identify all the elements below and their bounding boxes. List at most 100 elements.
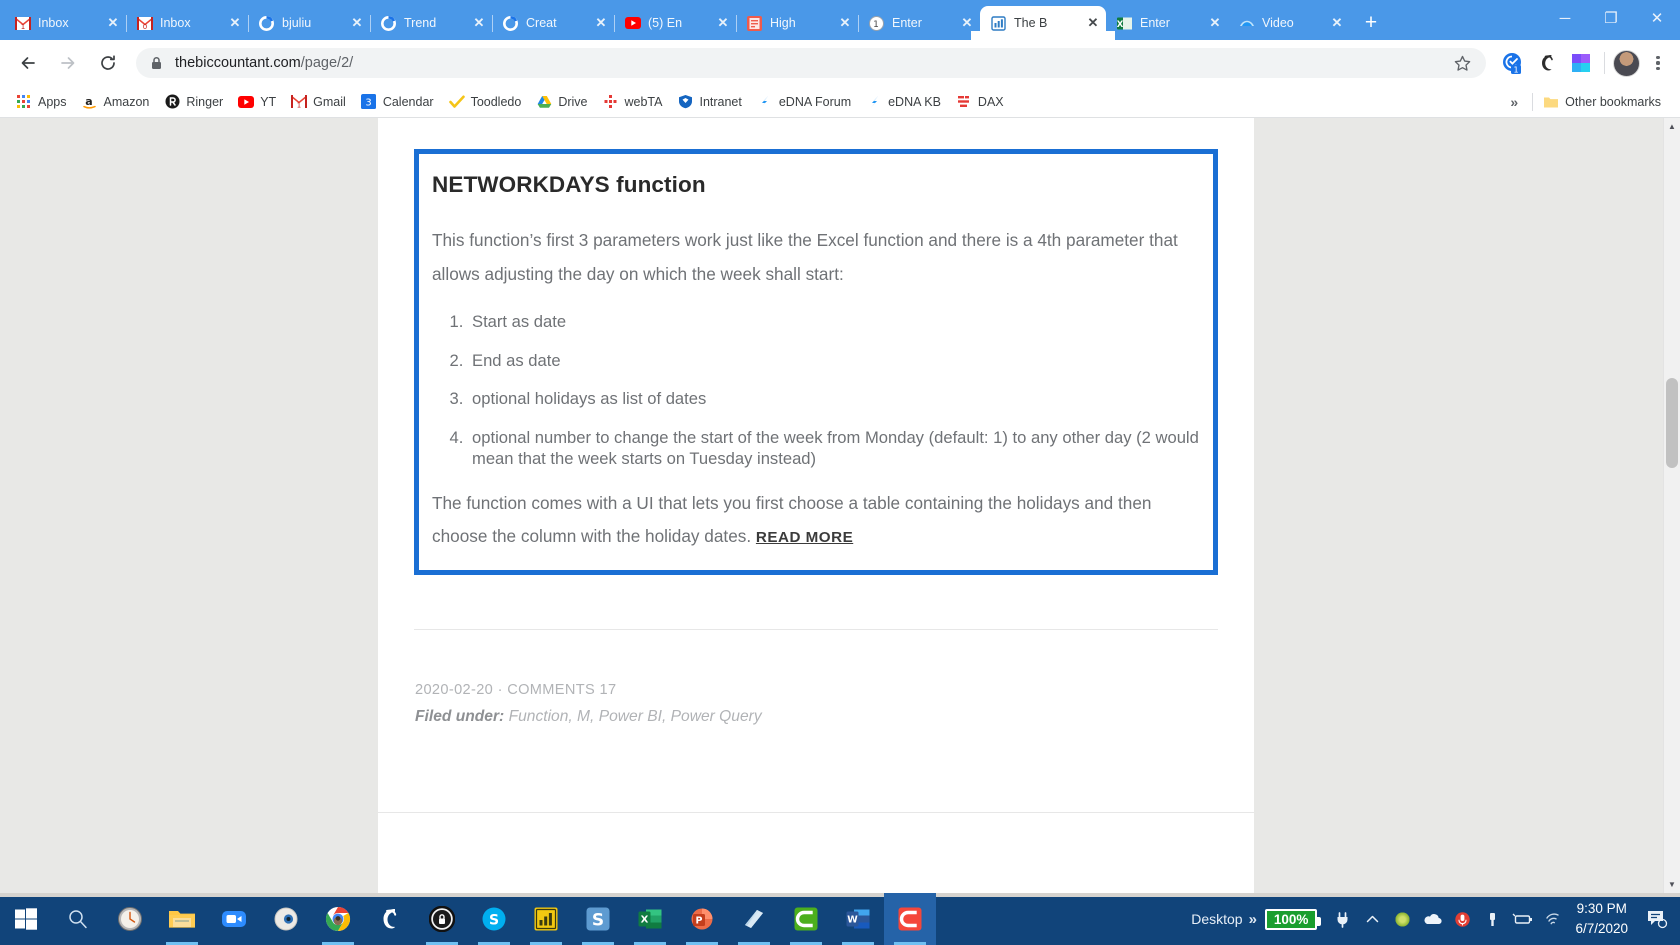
grammarly-extension-icon[interactable]: 1 — [1498, 48, 1528, 78]
browser-tab-trend[interactable]: Trend ✕ — [370, 6, 493, 40]
tab-close-icon[interactable]: ✕ — [226, 14, 244, 32]
battery-percentage-badge[interactable]: 100% — [1264, 908, 1321, 930]
browser-tab-enterprise-1[interactable]: 1 Enter ✕ — [858, 6, 981, 40]
bookmark-calendar[interactable]: 3 Calendar — [355, 90, 440, 114]
windows-taskbar: S S X P W Desktop » 100% 9:30 PM 6/7/202… — [0, 893, 1680, 945]
other-bookmarks-label: Other bookmarks — [1565, 94, 1661, 109]
plug-icon[interactable] — [1327, 893, 1357, 945]
taskbar-file-explorer-icon[interactable] — [156, 893, 208, 945]
browser-tab-video[interactable]: Video ✕ — [1228, 6, 1350, 40]
post-tags[interactable]: Function, M, Power BI, Power Query — [509, 708, 762, 725]
chrome-menu-button[interactable] — [1644, 49, 1672, 77]
scrollbar-thumb[interactable] — [1666, 378, 1678, 468]
battery-small-icon[interactable] — [1507, 893, 1537, 945]
maximize-button[interactable]: ❐ — [1588, 0, 1634, 36]
getpocket-extension-icon[interactable] — [1532, 48, 1562, 78]
profile-avatar[interactable] — [1613, 49, 1640, 77]
tab-close-icon[interactable]: ✕ — [714, 14, 732, 32]
meta-separator: · — [497, 681, 503, 698]
new-tab-button[interactable]: + — [1356, 8, 1386, 38]
bookmark-ringer[interactable]: Ringer — [158, 90, 229, 114]
taskbar-zoom-icon[interactable] — [208, 893, 260, 945]
star-icon[interactable] — [1453, 54, 1472, 73]
browser-tab-highlight[interactable]: High ✕ — [736, 6, 859, 40]
tab-close-icon[interactable]: ✕ — [104, 14, 122, 32]
tab-title: High — [770, 16, 796, 30]
bookmarks-bar: Apps a Amazon Ringer YT 1 Gmail 3 Calend… — [0, 86, 1680, 118]
browser-tab-inbox-1[interactable]: 1 Inbox ✕ — [4, 6, 127, 40]
taskbar-eye-tracker-icon[interactable] — [260, 893, 312, 945]
gmail-icon: 1 — [14, 15, 31, 32]
tab-close-icon[interactable]: ✕ — [836, 14, 854, 32]
tab-close-icon[interactable]: ✕ — [470, 14, 488, 32]
tab-close-icon[interactable]: ✕ — [348, 14, 366, 32]
microphone-icon[interactable] — [1447, 893, 1477, 945]
bookmark-drive[interactable]: Drive — [530, 90, 593, 114]
bookmark-yt[interactable]: YT — [232, 90, 282, 114]
browser-tab-the-biccountant[interactable]: The B ✕ — [980, 6, 1115, 40]
taskbar-word-icon[interactable]: W — [832, 893, 884, 945]
back-button[interactable] — [12, 47, 44, 79]
usb-icon[interactable] — [1477, 893, 1507, 945]
bookmark-webta[interactable]: webTA — [596, 90, 668, 114]
tab-close-icon[interactable]: ✕ — [1084, 14, 1102, 32]
color-squares-extension-icon[interactable] — [1566, 48, 1596, 78]
browser-tab-create[interactable]: Creat ✕ — [492, 6, 615, 40]
bookmarks-overflow-button[interactable]: » — [1500, 94, 1528, 110]
desktop-toolbar-label[interactable]: Desktop — [1191, 911, 1242, 927]
reload-button[interactable] — [92, 47, 124, 79]
post-filed-under: Filed under: Function, M, Power BI, Powe… — [415, 708, 1218, 726]
dax-icon — [956, 94, 972, 110]
taskbar-chrome-icon[interactable] — [312, 893, 364, 945]
bookmark-apps[interactable]: Apps — [10, 90, 73, 114]
taskbar-powerpoint-icon[interactable]: P — [676, 893, 728, 945]
tab-title: Inbox — [38, 16, 69, 30]
read-more-link[interactable]: READ MORE — [756, 529, 853, 546]
wifi-icon[interactable] — [1537, 893, 1567, 945]
bookmark-intranet[interactable]: Intranet — [671, 90, 747, 114]
taskbar-power-bi-icon[interactable] — [520, 893, 572, 945]
bookmark-label: eDNA Forum — [778, 94, 852, 109]
page-scrollbar[interactable]: ▲ ▼ — [1663, 118, 1680, 893]
scroll-up-arrow[interactable]: ▲ — [1664, 118, 1680, 135]
address-bar[interactable]: thebiccountant.com/page/2/ — [136, 48, 1486, 78]
taskbar-search-button[interactable] — [52, 893, 104, 945]
scroll-down-arrow[interactable]: ▼ — [1664, 876, 1680, 893]
bookmark-edna-forum[interactable]: eDNA Forum — [751, 90, 857, 114]
taskbar-clock[interactable]: 9:30 PM 6/7/2020 — [1575, 899, 1628, 938]
dropbox-icon[interactable] — [1387, 893, 1417, 945]
taskbar-lastpass-icon[interactable] — [416, 893, 468, 945]
bookmark-gmail[interactable]: 1 Gmail — [285, 90, 352, 114]
action-center-icon[interactable] — [1640, 893, 1674, 945]
browser-tab-youtube[interactable]: (5) En ✕ — [614, 6, 737, 40]
browser-tab-inbox-2[interactable]: 0 Inbox ✕ — [126, 6, 249, 40]
bookmark-toodledo[interactable]: Toodledo — [443, 90, 528, 114]
taskbar-onenote-icon[interactable] — [728, 893, 780, 945]
bookmark-dax[interactable]: DAX — [950, 90, 1010, 114]
minimize-button[interactable]: ─ — [1542, 0, 1588, 36]
chevron-up-icon[interactable] — [1357, 893, 1387, 945]
post-comments[interactable]: COMMENTS 17 — [507, 682, 616, 698]
taskbar-snagit-icon[interactable]: S — [572, 893, 624, 945]
browser-tab-enterprise-2[interactable]: X Enter ✕ — [1106, 6, 1228, 40]
onedrive-icon[interactable] — [1417, 893, 1447, 945]
bookmark-edna-kb[interactable]: eDNA KB — [860, 90, 947, 114]
taskbar-cortana-clock-icon[interactable] — [104, 893, 156, 945]
blog-page: NETWORKDAYS function This function’s fir… — [378, 118, 1254, 893]
taskbar-pocket-icon[interactable] — [364, 893, 416, 945]
other-bookmarks-folder[interactable]: Other bookmarks — [1537, 90, 1667, 114]
close-window-button[interactable]: ✕ — [1634, 0, 1680, 36]
tab-close-icon[interactable]: ✕ — [1206, 14, 1224, 32]
taskbar-camtasia-studio-icon[interactable] — [884, 893, 936, 945]
start-button[interactable] — [0, 893, 52, 945]
tab-close-icon[interactable]: ✕ — [958, 14, 976, 32]
tray-expand-icon[interactable]: » — [1249, 911, 1257, 928]
forward-button[interactable] — [52, 47, 84, 79]
browser-tab-bjulius[interactable]: bjuliu ✕ — [248, 6, 371, 40]
tab-close-icon[interactable]: ✕ — [592, 14, 610, 32]
bookmark-amazon[interactable]: a Amazon — [76, 90, 156, 114]
taskbar-camtasia-icon[interactable] — [780, 893, 832, 945]
taskbar-excel-icon[interactable]: X — [624, 893, 676, 945]
taskbar-skype-icon[interactable]: S — [468, 893, 520, 945]
tab-close-icon[interactable]: ✕ — [1328, 14, 1346, 32]
